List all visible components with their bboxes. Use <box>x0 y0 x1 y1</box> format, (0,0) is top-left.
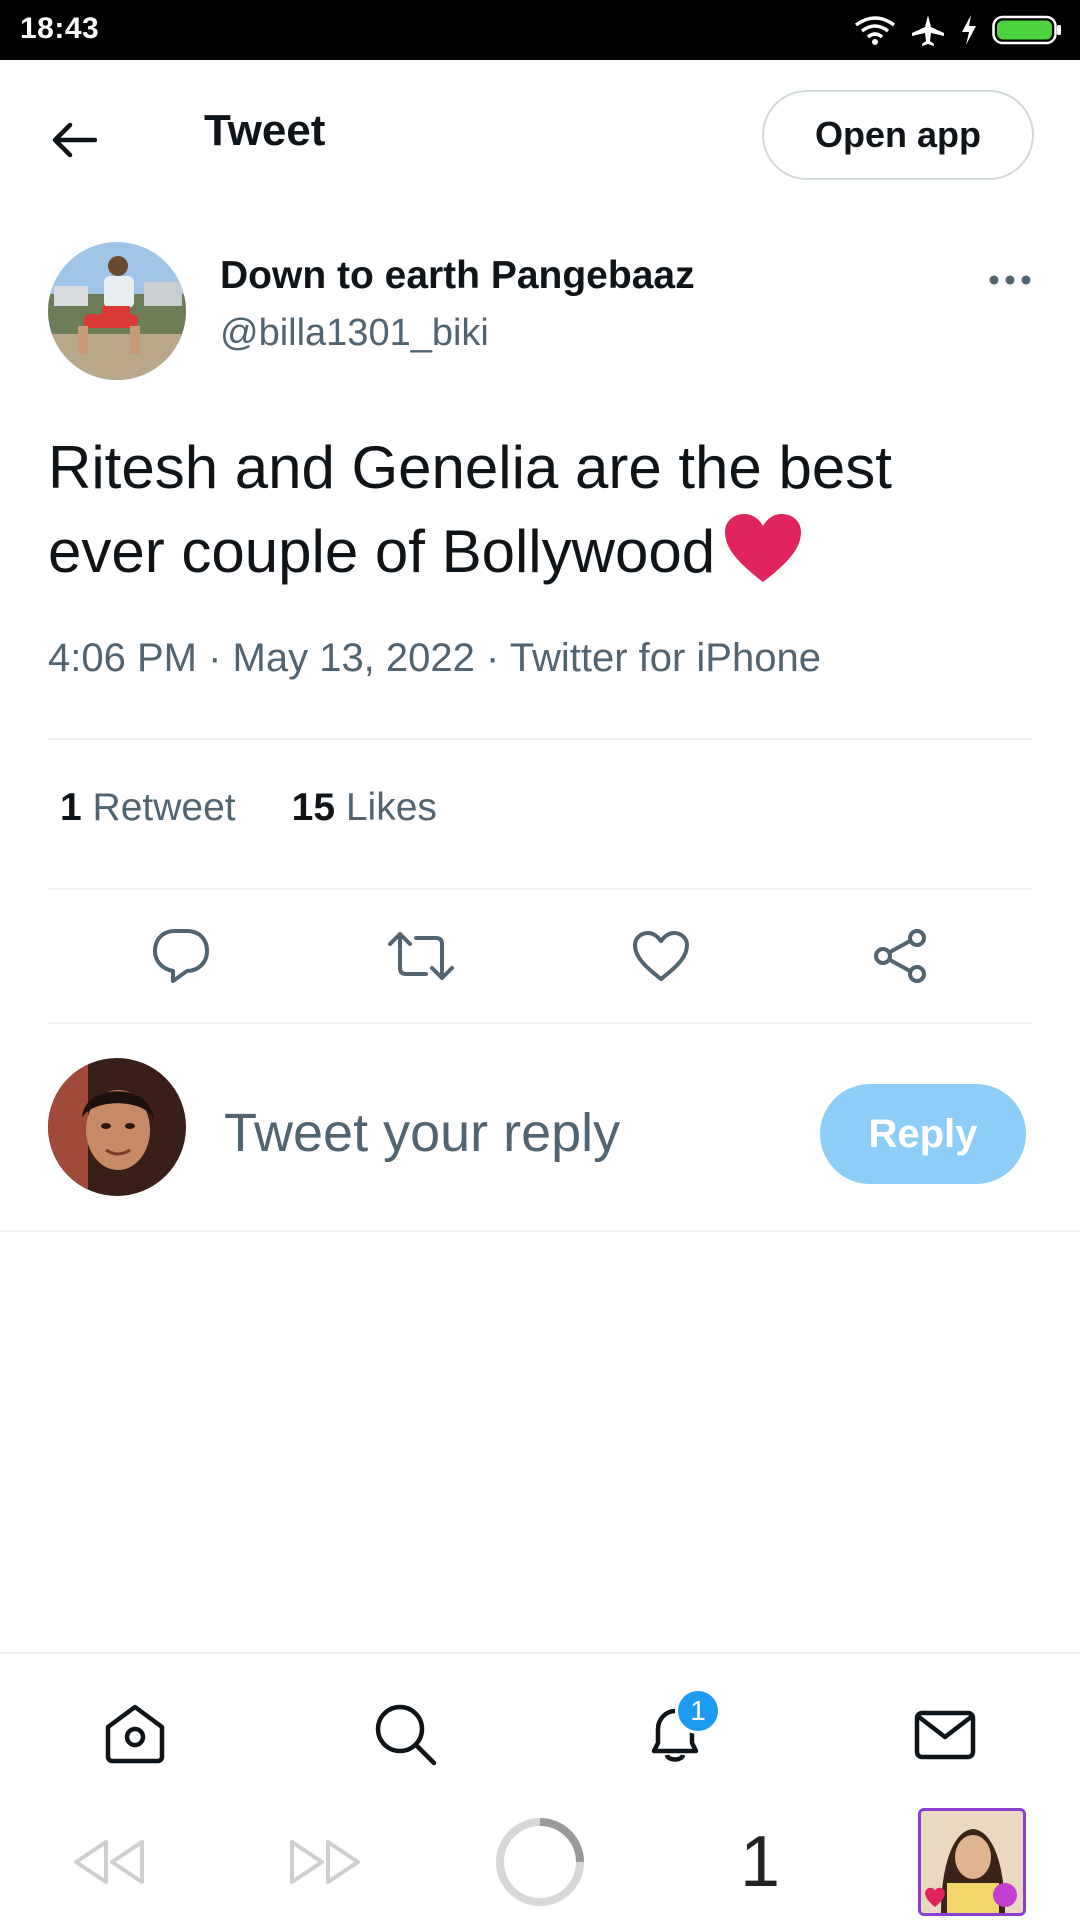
status-icons <box>854 12 1062 48</box>
status-time: 18:43 <box>20 12 100 45</box>
retweet-action-button[interactable] <box>383 918 459 994</box>
tweet-stats: 1 Retweet 15 Likes <box>60 786 437 830</box>
browser-back-button[interactable] <box>66 1812 150 1912</box>
nav-messages-button[interactable] <box>905 1694 985 1774</box>
charging-icon <box>962 15 976 45</box>
browser-reload-button[interactable] <box>490 1812 590 1912</box>
top-bar: Tweet Open app <box>0 60 1080 210</box>
profile-tab-button[interactable] <box>916 1808 1028 1916</box>
tab-count: 1 <box>739 1822 781 1902</box>
nav-notifications-button[interactable]: 1 <box>635 1688 721 1774</box>
reply-input[interactable] <box>224 1098 784 1168</box>
current-user-avatar[interactable] <box>48 1058 186 1196</box>
retweet-icon <box>388 932 454 980</box>
more-dots-icon <box>989 275 1031 285</box>
retweet-count: 1 <box>60 786 82 829</box>
red-heart-emoji <box>723 512 803 606</box>
search-icon <box>375 1704 437 1766</box>
open-app-button[interactable]: Open app <box>762 90 1034 180</box>
divider <box>48 1022 1032 1024</box>
author-name[interactable]: Down to earth Pangebaaz <box>220 254 695 298</box>
tab-count-button[interactable]: 1 <box>720 1812 800 1912</box>
share-action-button[interactable] <box>863 918 939 994</box>
messages-icon <box>914 1710 976 1760</box>
reply-button[interactable]: Reply <box>820 1084 1026 1184</box>
likes-count: 15 <box>291 786 336 829</box>
author-avatar[interactable] <box>48 242 186 380</box>
wifi-icon <box>854 16 896 45</box>
page-title: Tweet <box>204 106 326 155</box>
reply-action-button[interactable] <box>143 918 219 994</box>
heart-outline-icon <box>633 931 689 981</box>
retweet-label: Retweet <box>92 786 236 829</box>
like-action-button[interactable] <box>623 918 699 994</box>
tweet-meta: 4:06 PM · May 13, 2022 · Twitter for iPh… <box>48 636 821 680</box>
divider <box>48 888 1032 890</box>
nav-home-button[interactable] <box>95 1694 175 1774</box>
home-icon <box>105 1704 165 1764</box>
browser-forward-button[interactable] <box>284 1812 368 1912</box>
nav-search-button[interactable] <box>365 1694 445 1774</box>
airplane-icon <box>912 15 944 46</box>
retweets-stat[interactable]: 1 Retweet <box>60 786 236 830</box>
profile-thumbnail <box>918 1808 1026 1916</box>
notification-badge: 1 <box>675 1688 721 1734</box>
fast-forward-icon <box>290 1840 360 1884</box>
reply-icon <box>153 929 209 983</box>
divider <box>0 1230 1080 1232</box>
status-bar: 18:43 <box>0 0 1080 60</box>
author-handle[interactable]: @billa1301_biki <box>220 312 489 355</box>
divider <box>48 738 1032 740</box>
loading-spinner-icon <box>496 1818 584 1906</box>
bottom-nav: 1 <box>0 1652 1080 1802</box>
rewind-icon <box>74 1840 144 1884</box>
share-icon <box>874 929 926 983</box>
back-button[interactable] <box>44 112 104 168</box>
arrow-left-icon <box>52 122 97 158</box>
tweet-actions <box>48 918 1032 994</box>
more-options-button[interactable] <box>980 262 1040 298</box>
battery-icon <box>992 15 1061 45</box>
browser-toolbar: 1 <box>0 1802 1080 1920</box>
tweet-text: Ritesh and Genelia are the best ever cou… <box>48 426 1008 606</box>
likes-label: Likes <box>345 786 437 829</box>
likes-stat[interactable]: 15 Likes <box>292 786 437 830</box>
